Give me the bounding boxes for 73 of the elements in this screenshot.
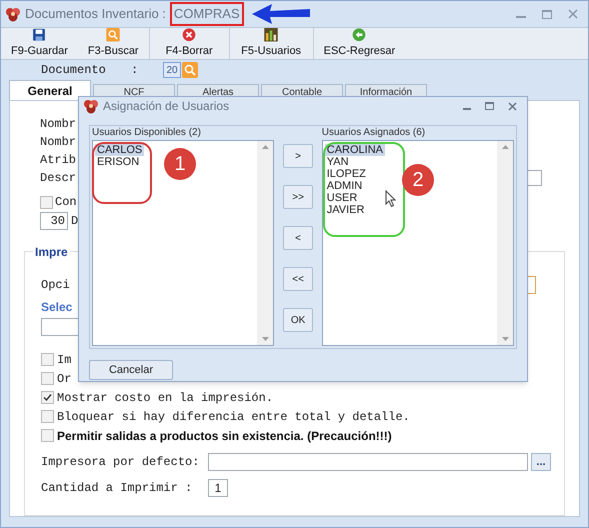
scroll-down-icon bbox=[502, 337, 508, 341]
checkbox-label: Mostrar costo en la impresión. bbox=[57, 390, 274, 406]
colon-label: : bbox=[131, 62, 140, 79]
close-icon[interactable] bbox=[508, 102, 517, 110]
tab[interactable]: General bbox=[9, 80, 91, 100]
window-title: Documentos Inventario : bbox=[25, 5, 166, 24]
document-field[interactable]: 20 bbox=[163, 62, 181, 78]
toolbar-button[interactable]: F3-Buscar bbox=[78, 28, 149, 59]
field-label: Nombr bbox=[40, 116, 76, 133]
field-label: Nombr bbox=[40, 134, 76, 151]
scroll-up-icon bbox=[502, 145, 508, 149]
checkbox[interactable] bbox=[41, 429, 54, 442]
checkbox-label: Permitir salidas a productos sin existencia. (Precaución!!!) bbox=[57, 428, 392, 444]
checkbox[interactable] bbox=[40, 196, 53, 208]
dialog-title: Asignación de Usuarios bbox=[103, 98, 230, 115]
browse-button[interactable]: ... bbox=[531, 453, 551, 471]
select-label: Selec bbox=[41, 299, 74, 314]
days-field[interactable]: 30 bbox=[40, 212, 68, 230]
search-icon bbox=[182, 62, 198, 78]
list-item[interactable]: YAN bbox=[324, 156, 351, 168]
cancel-button[interactable]: Cancelar bbox=[89, 360, 173, 380]
quantity-label: Cantidad a Imprimir : bbox=[41, 480, 194, 497]
scroll-down-icon bbox=[262, 337, 269, 341]
app-icon bbox=[5, 6, 21, 22]
list-title: Usuarios Asignados (6) bbox=[322, 126, 426, 140]
toolbar-button[interactable]: ESC-Regresar bbox=[312, 28, 406, 59]
field-label: Atrib bbox=[40, 152, 76, 169]
checkbox-label: Im bbox=[57, 352, 72, 368]
highlight-outline bbox=[92, 142, 152, 204]
arrow-icon bbox=[252, 4, 312, 24]
list-item[interactable]: ERISON bbox=[95, 156, 142, 168]
scrollbar[interactable] bbox=[257, 141, 274, 345]
move-button[interactable]: < bbox=[283, 226, 314, 250]
checkbox-label: Or bbox=[57, 370, 72, 388]
move-button[interactable]: >> bbox=[283, 185, 314, 209]
bar-chart-icon bbox=[263, 28, 280, 42]
move-button[interactable]: > bbox=[283, 144, 314, 168]
toolbar-button[interactable]: F5-Usuarios bbox=[228, 28, 313, 59]
maximize-icon[interactable] bbox=[485, 102, 494, 110]
list-item[interactable]: ADMIN bbox=[324, 180, 364, 192]
mouse-cursor-icon bbox=[385, 190, 397, 208]
checkbox-label: Bloquear si hay diferencia entre total y detalle. bbox=[57, 408, 410, 426]
checkbox[interactable] bbox=[41, 372, 54, 385]
toolbar-button[interactable]: F4-Borrar bbox=[148, 28, 229, 59]
quantity-field[interactable]: 1 bbox=[208, 479, 228, 497]
move-button[interactable]: OK bbox=[283, 308, 314, 332]
field-label: Descr bbox=[40, 170, 76, 187]
back-icon bbox=[351, 28, 368, 42]
printer-label: Impresora por defecto: bbox=[41, 454, 200, 471]
list-item[interactable]: ILOPEZ bbox=[324, 168, 368, 180]
close-icon[interactable] bbox=[568, 9, 578, 19]
scroll-up-icon bbox=[262, 145, 269, 149]
list-item[interactable]: CARLOS bbox=[95, 144, 144, 156]
checkbox[interactable] bbox=[41, 391, 54, 404]
window-title-highlight: COMPRAS bbox=[170, 2, 244, 26]
list-item[interactable]: JAVIER bbox=[324, 204, 366, 216]
checkbox-label: Con bbox=[55, 194, 77, 211]
option-label: Opci bbox=[41, 277, 70, 294]
checkbox[interactable] bbox=[41, 353, 54, 366]
checkbox[interactable] bbox=[41, 410, 54, 423]
document-label: Documento bbox=[41, 62, 107, 79]
delete-icon bbox=[181, 28, 198, 42]
days-label: D bbox=[71, 213, 78, 230]
list-title: Usuarios Disponibles (2) bbox=[92, 126, 202, 140]
toolbar-button[interactable]: F9-Guardar bbox=[1, 28, 78, 59]
list-item[interactable]: USER bbox=[324, 192, 360, 204]
printer-field[interactable] bbox=[208, 453, 528, 471]
maximize-icon[interactable] bbox=[542, 10, 552, 18]
move-button[interactable]: << bbox=[283, 267, 314, 291]
list-item[interactable]: CAROLINA bbox=[324, 144, 385, 156]
search-icon bbox=[105, 28, 122, 42]
dialog-icon bbox=[83, 98, 99, 114]
scrollbar[interactable] bbox=[497, 141, 513, 345]
